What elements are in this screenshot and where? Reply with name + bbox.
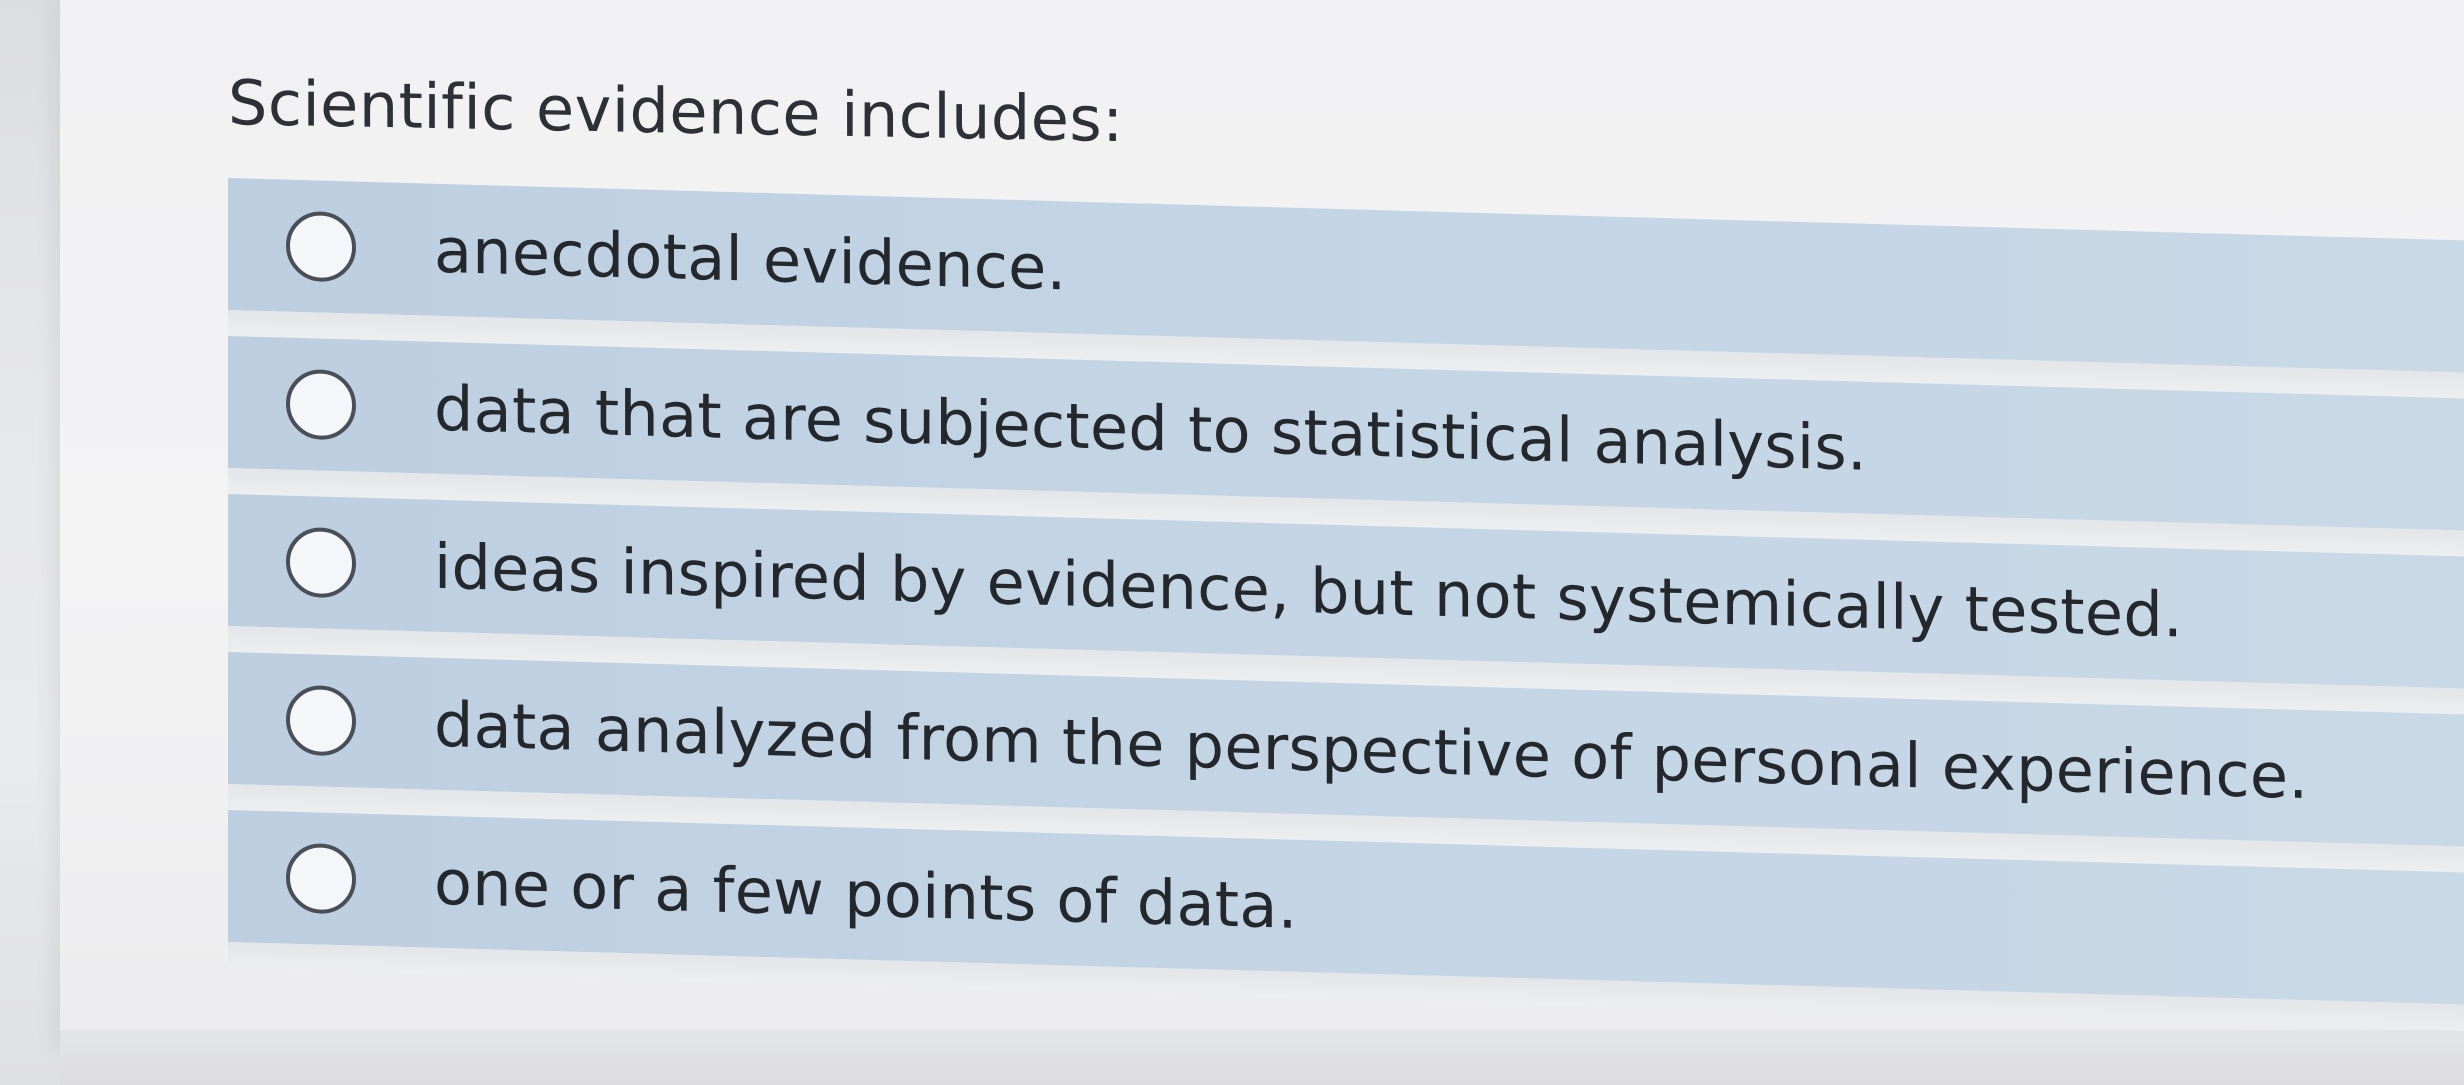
- radio-button-icon[interactable]: [286, 210, 356, 283]
- answer-option-label: one or a few points of data.: [434, 845, 1298, 943]
- radio-button-icon[interactable]: [286, 684, 356, 757]
- radio-button-icon[interactable]: [286, 842, 356, 915]
- radio-button-icon[interactable]: [286, 526, 356, 599]
- answer-option-label: data analyzed from the perspective of pe…: [434, 687, 2309, 813]
- answer-option-label: anecdotal evidence.: [434, 213, 1067, 304]
- panel-bottom-edge: [60, 1030, 2464, 1085]
- answer-options-list: anecdotal evidence. data that are subjec…: [228, 178, 2464, 1030]
- answer-option-label: ideas inspired by evidence, but not syst…: [434, 529, 2184, 652]
- radio-button-icon[interactable]: [286, 368, 356, 441]
- answer-option-label: data that are subjected to statistical a…: [434, 371, 1867, 485]
